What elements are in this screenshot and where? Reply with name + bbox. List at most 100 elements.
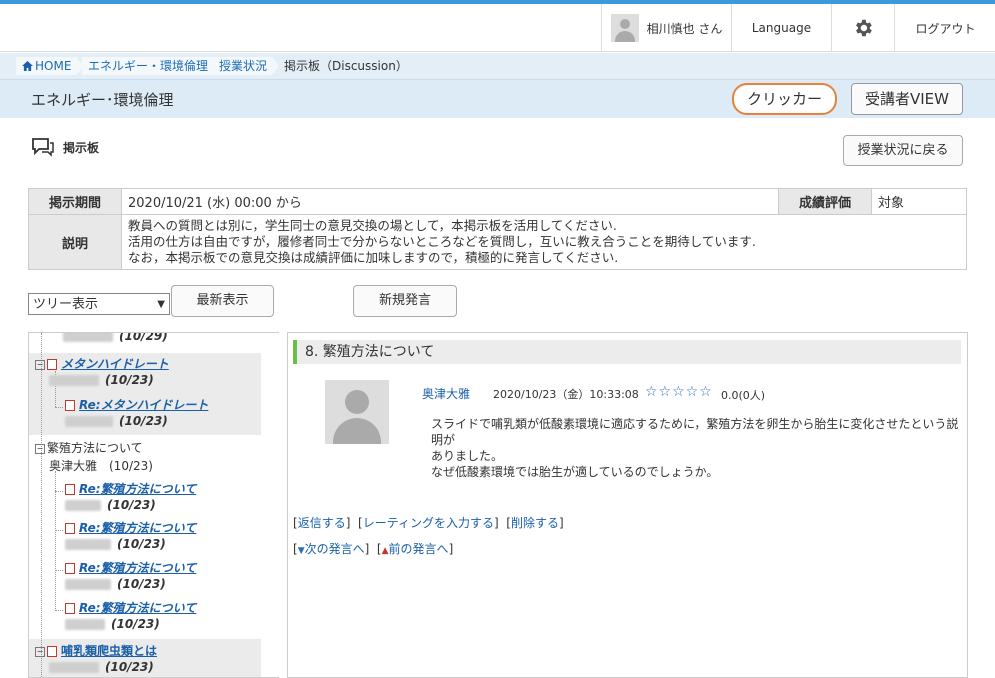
course-title: エネルギー･環境倫理 [31, 91, 174, 109]
post-body-line: ありました。 [431, 449, 504, 463]
post-navigation: [▼次の発言へ] [▲前の発言へ] [293, 542, 454, 556]
tree-item-date: (10/23) [107, 498, 156, 512]
period-label: 掲示期間 [28, 188, 122, 215]
logout-button[interactable]: ログアウト [894, 4, 995, 52]
new-post-button[interactable]: 新規発言 [353, 285, 457, 317]
description-line: 活用の仕方は自由ですが，履修者同士で分からないところなどを質問し，互いに教え合う… [128, 234, 756, 249]
collapse-icon: − [35, 646, 45, 657]
tree-item[interactable]: Re:繁殖方法について [65, 599, 196, 616]
tree-item[interactable]: Re:繁殖方法について [65, 519, 196, 536]
tree-item-date: (10/23) [119, 414, 168, 428]
post-icon [65, 523, 75, 534]
post-icon [65, 484, 75, 495]
chevron-down-icon: ▼ [157, 299, 165, 310]
tree-guide [55, 407, 63, 408]
user-name: 相川慎也 さん [646, 21, 723, 36]
tree-item-title[interactable]: 哺乳類爬虫類とは [61, 644, 157, 658]
tree-item-meta: (10/23) [65, 498, 156, 512]
grade-value: 対象 [871, 188, 967, 215]
tree-item-title[interactable]: Re:繁殖方法について [79, 561, 196, 575]
breadcrumb-home-label: HOME [35, 59, 72, 73]
author-blurred [65, 619, 105, 630]
tree-item-meta: (10/23) [49, 373, 154, 387]
author-blurred [49, 375, 99, 386]
tree-item[interactable]: − 哺乳類爬虫類とは [35, 642, 157, 659]
post-icon [47, 646, 57, 657]
post-icon [65, 603, 75, 614]
tree-item-title[interactable]: 繁殖方法について [47, 441, 143, 455]
student-view-button[interactable]: 受講者VIEW [851, 83, 963, 115]
author-blurred [63, 333, 113, 342]
tree-item-meta: (10/23) [49, 660, 154, 674]
author-blurred [65, 416, 113, 427]
post-body-line: スライドで哺乳類が低酸素環境に適応するために，繁殖方法を卵生から胎生に変化させた… [431, 417, 959, 447]
prev-post-link[interactable]: 前の発言へ [389, 542, 449, 556]
post-author-link[interactable]: 奥津大雅 [422, 385, 470, 402]
tree-item[interactable]: Re:繁殖方法について [65, 480, 196, 497]
description-text: 教員への質問とは別に，学生同士の意見交換の場として，本掲示板を活用してください.… [121, 214, 967, 270]
tree-item[interactable]: Re:繁殖方法について [65, 559, 196, 576]
tree-item[interactable]: Re:メタンハイドレート [65, 396, 208, 413]
collapse-icon: − [35, 443, 45, 454]
tree-item-title[interactable]: Re:メタンハイドレート [79, 398, 208, 412]
post-datetime: 2020/10/23（金）10:33:08 [493, 388, 639, 401]
description-label: 説明 [28, 214, 122, 270]
post-icon [65, 400, 75, 411]
breadcrumb-home[interactable]: HOME [16, 57, 83, 75]
course-bar: エネルギー･環境倫理 クリッカー 受講者VIEW [0, 80, 995, 118]
up-triangle-icon: ▲ [381, 546, 389, 556]
breadcrumb-course[interactable]: エネルギー・環境倫理 [82, 57, 220, 75]
tree-item-meta: (10/23) [65, 414, 168, 428]
breadcrumb: HOME エネルギー・環境倫理 授業状況 掲示板（Discussion） [0, 53, 995, 80]
tree-item-date: (10/23) [105, 660, 154, 674]
author-blurred [65, 539, 111, 550]
rating-input-link[interactable]: レーティングを入力する [363, 516, 494, 530]
tree-item-date: (10/23) [105, 373, 154, 387]
author-blurred [65, 500, 101, 511]
post-actions: [返信する] [レーティングを入力する] [削除する] [293, 516, 564, 530]
tree-guide [41, 333, 42, 677]
tree-item-title[interactable]: Re:繁殖方法について [79, 521, 196, 535]
avatar [610, 14, 639, 42]
tree-item-title[interactable]: Re:繁殖方法について [79, 482, 196, 496]
breadcrumb-class-status[interactable]: 授業状況 [213, 57, 279, 75]
rating-count: 0.0(0人) [721, 389, 766, 402]
reply-link[interactable]: 返信する [298, 516, 346, 530]
board-info-table: 掲示期間 2020/10/21 (水) 00:00 から 成績評価 対象 説明 … [28, 188, 967, 270]
language-label: Language [751, 21, 812, 35]
tree-item[interactable]: − 繁殖方法について [35, 439, 143, 456]
clicker-button[interactable]: クリッカー [732, 83, 837, 115]
author-blurred [65, 579, 111, 590]
collapse-icon: − [35, 359, 45, 370]
settings-button[interactable] [831, 4, 894, 52]
tree-guide [55, 530, 63, 531]
description-line: なお，本掲示板での意見交換は成績評価に加味しますので，積極的に発言してください. [128, 250, 619, 265]
latest-view-button[interactable]: 最新表示 [171, 285, 274, 317]
post-icon [47, 359, 57, 370]
next-post-link[interactable]: 次の発言へ [305, 542, 365, 556]
tree-item-title[interactable]: Re:繁殖方法について [79, 601, 196, 615]
section-heading: 掲示板 [31, 137, 99, 157]
post-heading: 8. 繁殖方法について [293, 340, 961, 364]
language-button[interactable]: Language [731, 4, 831, 52]
down-triangle-icon: ▼ [297, 546, 305, 556]
post-detail-panel: 8. 繁殖方法について 奥津大雅 2020/10/23（金）10:33:08 ☆… [287, 332, 968, 678]
back-to-class-status-button[interactable]: 授業状況に戻る [843, 135, 963, 166]
tree-item[interactable]: (10/29) [63, 332, 168, 343]
tree-item-title[interactable]: メタンハイドレート [61, 357, 169, 371]
gear-icon [856, 19, 872, 37]
thread-tree: (10/29) − メタンハイドレート (10/23) Re:メタンハイドレート … [28, 332, 279, 678]
tree-item[interactable]: − メタンハイドレート [35, 355, 169, 372]
delete-link[interactable]: 削除する [511, 516, 559, 530]
tree-item-meta: (10/23) [65, 577, 166, 591]
tree-item-date: (10/23) [117, 537, 166, 551]
rating-stars[interactable]: ☆☆☆☆☆ [645, 384, 713, 400]
period-value: 2020/10/21 (水) 00:00 から [121, 188, 779, 215]
tree-item-date: (10/29) [119, 332, 168, 343]
user-menu[interactable]: 相川慎也 さん [601, 4, 731, 52]
tree-guide [55, 570, 63, 571]
tree-item-date: (10/23) [111, 617, 160, 631]
tree-guide [55, 491, 63, 492]
description-line: 教員への質問とは別に，学生同士の意見交換の場として，本掲示板を活用してください. [128, 218, 617, 233]
view-mode-select[interactable]: ツリー表示 ▼ [28, 293, 170, 315]
